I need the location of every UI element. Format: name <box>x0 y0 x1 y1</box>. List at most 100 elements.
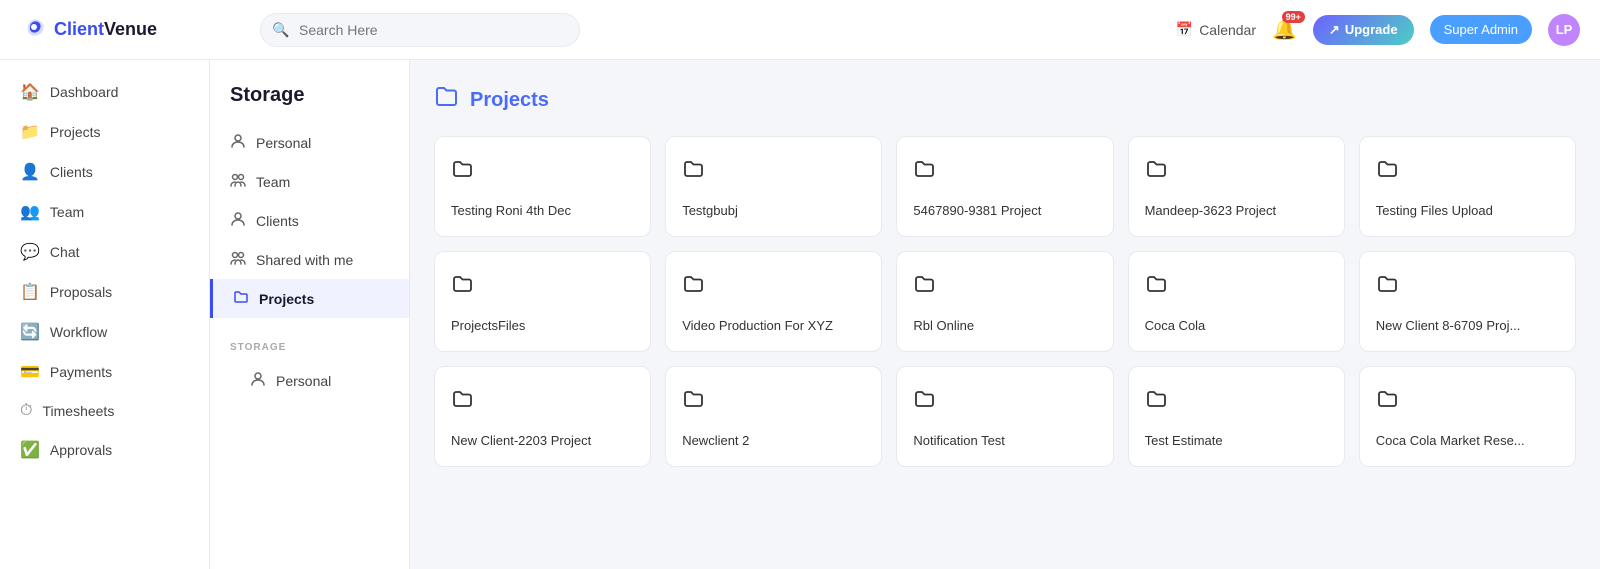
calendar-icon: 📅 <box>1176 21 1193 38</box>
sidebar-item-chat-label: Chat <box>50 244 80 260</box>
folder-icon <box>1376 387 1559 417</box>
main-layout: 🏠 Dashboard 📁 Projects 👤 Clients 👥 Team … <box>0 60 1600 569</box>
project-card-name: Newclient 2 <box>682 433 865 450</box>
notifications-button[interactable]: 🔔 99+ <box>1272 17 1297 42</box>
storage-title: Storage <box>210 84 409 123</box>
project-card-card6[interactable]: ProjectsFiles <box>434 251 651 352</box>
project-card-name: Test Estimate <box>1145 433 1328 450</box>
main-content: Projects Testing Roni 4th Dec Testgbubj <box>410 60 1600 569</box>
storage-item-personal[interactable]: Personal <box>210 123 409 162</box>
folder-icon <box>682 387 865 417</box>
project-card-card15[interactable]: Coca Cola Market Rese... <box>1359 366 1576 467</box>
sidebar-item-proposals[interactable]: 📋 Proposals <box>0 272 209 312</box>
storage-bottom-personal[interactable]: Personal <box>230 361 389 400</box>
search-icon: 🔍 <box>272 21 289 38</box>
sidebar-item-team-label: Team <box>50 204 84 220</box>
project-card-card1[interactable]: Testing Roni 4th Dec <box>434 136 651 237</box>
approvals-icon: ✅ <box>20 440 40 460</box>
projects-storage-icon <box>233 289 249 308</box>
storage-projects-label: Projects <box>259 291 314 307</box>
folder-icon <box>682 272 865 302</box>
sidebar-item-workflow-label: Workflow <box>50 324 107 340</box>
project-card-name: Video Production For XYZ <box>682 318 865 335</box>
chat-icon: 💬 <box>20 242 40 262</box>
sidebar-item-clients-label: Clients <box>50 164 93 180</box>
dashboard-icon: 🏠 <box>20 82 40 102</box>
folder-icon <box>451 387 634 417</box>
calendar-button[interactable]: 📅 Calendar <box>1176 21 1256 38</box>
project-card-card8[interactable]: Rbl Online <box>896 251 1113 352</box>
projects-grid: Testing Roni 4th Dec Testgbubj 5467890-9… <box>434 136 1576 467</box>
clients-icon: 👤 <box>20 162 40 182</box>
folder-icon <box>1376 157 1559 187</box>
storage-personal-label: Personal <box>256 135 311 151</box>
storage-team-label: Team <box>256 174 290 190</box>
project-card-name: 5467890-9381 Project <box>913 203 1096 220</box>
storage-item-projects[interactable]: Projects <box>210 279 409 318</box>
super-admin-button[interactable]: Super Admin <box>1430 15 1532 44</box>
sidebar-item-team[interactable]: 👥 Team <box>0 192 209 232</box>
folder-icon <box>913 272 1096 302</box>
avatar[interactable]: LP <box>1548 14 1580 46</box>
upgrade-button[interactable]: ↗ Upgrade <box>1313 15 1414 45</box>
sidebar-item-projects[interactable]: 📁 Projects <box>0 112 209 152</box>
sidebar-item-proposals-label: Proposals <box>50 284 112 300</box>
project-card-card13[interactable]: Notification Test <box>896 366 1113 467</box>
team-icon: 👥 <box>20 202 40 222</box>
folder-icon <box>913 157 1096 187</box>
project-card-name: Rbl Online <box>913 318 1096 335</box>
sidebar-item-timesheets[interactable]: ⏱ Timesheets <box>0 392 209 430</box>
avatar-initials: LP <box>1556 22 1573 37</box>
sidebar-item-workflow[interactable]: 🔄 Workflow <box>0 312 209 352</box>
header: ClientVenue 🔍 📅 Calendar 🔔 99+ ↗ Upgrade… <box>0 0 1600 60</box>
search-input[interactable] <box>260 13 580 47</box>
workflow-icon: 🔄 <box>20 322 40 342</box>
proposals-icon: 📋 <box>20 282 40 302</box>
project-card-name: Testgbubj <box>682 203 865 220</box>
folder-icon <box>1376 272 1559 302</box>
storage-item-clients[interactable]: Clients <box>210 201 409 240</box>
project-card-name: New Client-2203 Project <box>451 433 634 450</box>
projects-section-title: Projects <box>470 89 549 112</box>
project-card-name: Coca Cola <box>1145 318 1328 335</box>
project-card-name: Testing Files Upload <box>1376 203 1559 220</box>
project-card-name: ProjectsFiles <box>451 318 634 335</box>
storage-shared-label: Shared with me <box>256 252 353 268</box>
project-card-card11[interactable]: New Client-2203 Project <box>434 366 651 467</box>
project-card-name: Coca Cola Market Rese... <box>1376 433 1559 450</box>
search-bar: 🔍 <box>260 13 580 47</box>
personal-icon <box>230 133 246 152</box>
project-card-card12[interactable]: Newclient 2 <box>665 366 882 467</box>
project-card-card4[interactable]: Mandeep-3623 Project <box>1128 136 1345 237</box>
project-card-card14[interactable]: Test Estimate <box>1128 366 1345 467</box>
project-card-card2[interactable]: Testgbubj <box>665 136 882 237</box>
projects-icon: 📁 <box>20 122 40 142</box>
project-card-card10[interactable]: New Client 8-6709 Proj... <box>1359 251 1576 352</box>
logo-text: ClientVenue <box>54 19 157 40</box>
project-card-card5[interactable]: Testing Files Upload <box>1359 136 1576 237</box>
project-card-card7[interactable]: Video Production For XYZ <box>665 251 882 352</box>
timesheets-icon: ⏱ <box>20 402 32 420</box>
sidebar-item-clients[interactable]: 👤 Clients <box>0 152 209 192</box>
upgrade-icon: ↗ <box>1329 22 1340 38</box>
logo-icon <box>20 13 48 47</box>
storage-item-shared[interactable]: Shared with me <box>210 240 409 279</box>
storage-item-team[interactable]: Team <box>210 162 409 201</box>
sidebar-item-chat[interactable]: 💬 Chat <box>0 232 209 272</box>
storage-section-label: STORAGE <box>230 342 389 353</box>
sidebar-item-payments[interactable]: 💳 Payments <box>0 352 209 392</box>
project-card-card9[interactable]: Coca Cola <box>1128 251 1345 352</box>
storage-bottom-section: STORAGE Personal <box>210 342 409 400</box>
sidebar: 🏠 Dashboard 📁 Projects 👤 Clients 👥 Team … <box>0 60 210 569</box>
folder-icon <box>1145 272 1328 302</box>
sidebar-item-approvals[interactable]: ✅ Approvals <box>0 430 209 470</box>
project-card-card3[interactable]: 5467890-9381 Project <box>896 136 1113 237</box>
folder-icon <box>682 157 865 187</box>
team-storage-icon <box>230 172 246 191</box>
sidebar-item-dashboard[interactable]: 🏠 Dashboard <box>0 72 209 112</box>
folder-icon <box>1145 387 1328 417</box>
project-card-name: Testing Roni 4th Dec <box>451 203 634 220</box>
header-right: 📅 Calendar 🔔 99+ ↗ Upgrade Super Admin L… <box>1176 14 1580 46</box>
personal-bottom-icon <box>250 371 266 390</box>
sidebar-item-dashboard-label: Dashboard <box>50 84 119 100</box>
